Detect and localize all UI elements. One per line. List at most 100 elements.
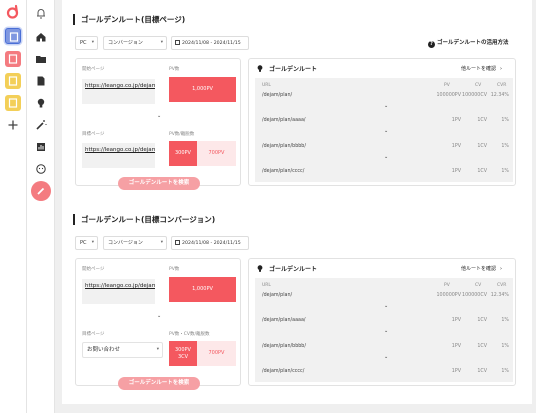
table-row[interactable]: /dejam/plan/cccc/1PV 1CV 1% (255, 369, 513, 379)
row-url: /dejam/plan/bbbb/ (262, 344, 306, 349)
folder-icon[interactable] (33, 51, 49, 67)
doc-yellow-icon[interactable] (5, 95, 21, 111)
target-conversion-select[interactable]: お問い合わせ ▾ (82, 342, 163, 358)
target-page-label: 目標ページ (82, 132, 105, 137)
magic-wand-icon[interactable] (33, 117, 49, 133)
table-row[interactable]: /dejam/plan/bbbb/1PV 1CV 1% (255, 344, 513, 354)
row-cvr: 1% (501, 118, 509, 123)
chevron-down-icon: ⌄ (384, 154, 389, 160)
start-page-url[interactable]: https://leango.co.jp/dejam/ (82, 279, 155, 304)
bell-icon[interactable] (33, 5, 49, 21)
chevron-down-icon: ▾ (91, 240, 94, 245)
section-title: ゴールデンルート(目標ページ) (73, 14, 185, 25)
chevron-down-icon: ▾ (160, 40, 163, 45)
row-cvr: 1% (501, 144, 509, 149)
document-icon[interactable] (33, 73, 49, 89)
col-header-url: URL (262, 283, 271, 288)
row-pv: 1PV (451, 318, 461, 323)
plus-icon[interactable] (5, 117, 21, 133)
col-header-cv: CV (475, 283, 482, 288)
table-row[interactable]: /dejam/plan/bbbb/1PV 1CV 1% (255, 144, 513, 154)
row-cvr: 1% (501, 318, 509, 323)
target-pv-label: PV数/離脱数 (169, 132, 195, 137)
calendar-icon (175, 240, 180, 245)
chevron-down-icon: ⌄ (157, 313, 162, 319)
target-conversion-value: お問い合わせ (87, 347, 121, 353)
chevron-down-icon: ▾ (91, 40, 94, 45)
golden-route-label: ゴールデンルート (269, 266, 318, 273)
doc-red-icon[interactable] (5, 51, 21, 67)
row-cvr: 1% (501, 344, 509, 349)
target-pv-label: PV数・CV数/離脱数 (169, 332, 210, 337)
bulb-icon (257, 265, 263, 272)
golden-route-title: ゴールデンルート (257, 264, 317, 273)
chevron-down-icon: ⌄ (384, 328, 389, 334)
metric-select[interactable]: コンバージョン ▾ (103, 236, 167, 250)
chevron-down-icon: ▾ (160, 240, 163, 245)
col-header-pv: PV (444, 283, 450, 288)
table-row[interactable]: /dejam/plan/100000PV 100000CV 12.34% (255, 93, 513, 103)
date-range-value: 2024/11/08 - 2024/11/15 (182, 241, 241, 246)
device-select[interactable]: PC ▾ (75, 36, 98, 50)
other-routes-label: 他ルートを確認 (461, 66, 497, 72)
table-row[interactable]: /dejam/plan/aaaa/1PV 1CV 1% (255, 118, 513, 128)
bulb-icon (257, 65, 263, 72)
bar-chart-icon[interactable] (33, 139, 49, 155)
other-routes-link[interactable]: 他ルートを確認 › (461, 265, 502, 272)
pv-label: PV数 (169, 267, 180, 272)
search-golden-route-button[interactable]: ゴールデンルートを検索 (118, 377, 200, 390)
other-routes-link[interactable]: 他ルートを確認 › (461, 65, 502, 72)
golden-route-title: ゴールデンルート (257, 64, 317, 73)
chevron-right-icon: › (500, 266, 503, 272)
row-cv: 1CV (477, 118, 487, 123)
start-pv-value: 1,000PV (169, 277, 236, 302)
doc-blue-icon[interactable] (5, 28, 21, 44)
main-content: ゴールデンルート(目標ページ) PC ▾ コンバージョン ▾ 2024/11/08 - 2… (62, 0, 532, 413)
target-pv-segment: 300PV (169, 141, 197, 166)
metric-select[interactable]: コンバージョン ▾ (103, 36, 167, 50)
metric-value: コンバージョン (108, 40, 143, 46)
table-row[interactable]: /dejam/plan/cccc/1PV 1CV 1% (255, 169, 513, 179)
search-panel: 開始ページ PV数 https://leango.co.jp/dejam/1,000… (75, 58, 241, 190)
golden-route-panel: ゴールデンルート 他ルートを確認 › URL PV CV CVR/dejam/plan/10… (248, 258, 516, 386)
side-nav (27, 0, 55, 413)
device-value: PC (80, 40, 87, 46)
home-icon[interactable] (33, 29, 49, 45)
device-select[interactable]: PC ▾ (75, 236, 98, 250)
howto-label: ゴールデンルートの活用方法 (437, 40, 509, 46)
exit-pv-segment: 700PV (197, 341, 236, 366)
row-url: /dejam/plan/bbbb/ (262, 144, 306, 149)
start-page-url[interactable]: https://leango.co.jp/dejam/ (82, 79, 155, 104)
pencil-icon[interactable] (31, 181, 51, 201)
table-row[interactable]: /dejam/plan/aaaa/1PV 1CV 1% (255, 318, 513, 328)
search-golden-route-button[interactable]: ゴールデンルートを検索 (118, 177, 200, 190)
pv-label: PV数 (169, 67, 180, 72)
date-range-picker[interactable]: 2024/11/08 - 2024/11/15 (171, 236, 249, 250)
row-cv: 1CV (477, 344, 487, 349)
other-routes-label: 他ルートを確認 (461, 266, 497, 272)
date-range-value: 2024/11/08 - 2024/11/15 (182, 41, 241, 46)
bulb-icon[interactable] (33, 95, 49, 111)
chevron-down-icon: ⌄ (157, 113, 162, 119)
chevron-down-icon: ⌄ (384, 128, 389, 134)
row-url: /dejam/plan/aaaa/ (262, 318, 306, 323)
smile-icon[interactable] (33, 161, 49, 177)
start-page-label: 開始ページ (82, 267, 105, 272)
date-range-picker[interactable]: 2024/11/08 - 2024/11/15 (171, 36, 249, 50)
col-header-cvr: CVR (497, 283, 507, 288)
howto-link[interactable]: ? ゴールデンルートの活用方法 (428, 38, 509, 48)
table-row[interactable]: /dejam/plan/100000PV 100000CV 12.34% (255, 293, 513, 303)
metric-value: コンバージョン (108, 240, 143, 246)
row-pv: 1PV (451, 369, 461, 374)
row-cv: 1CV (477, 369, 487, 374)
help-circle-icon: ? (428, 41, 435, 48)
row-pv: 1PV (451, 169, 461, 174)
target-page-url[interactable]: https://leango.co.jp/dejam/contact (82, 143, 155, 168)
segment-value: 300PV (175, 346, 191, 353)
row-cvr: 1% (501, 369, 509, 374)
row-pv: 100000PV (436, 93, 462, 98)
row-url: /dejam/plan/ (262, 293, 293, 298)
doc-yellow-icon[interactable] (5, 73, 21, 89)
row-cv: 1CV (477, 318, 487, 323)
golden-route-panel: ゴールデンルート 他ルートを確認 › URL PV CV CVR/dejam/plan/10… (248, 58, 516, 186)
